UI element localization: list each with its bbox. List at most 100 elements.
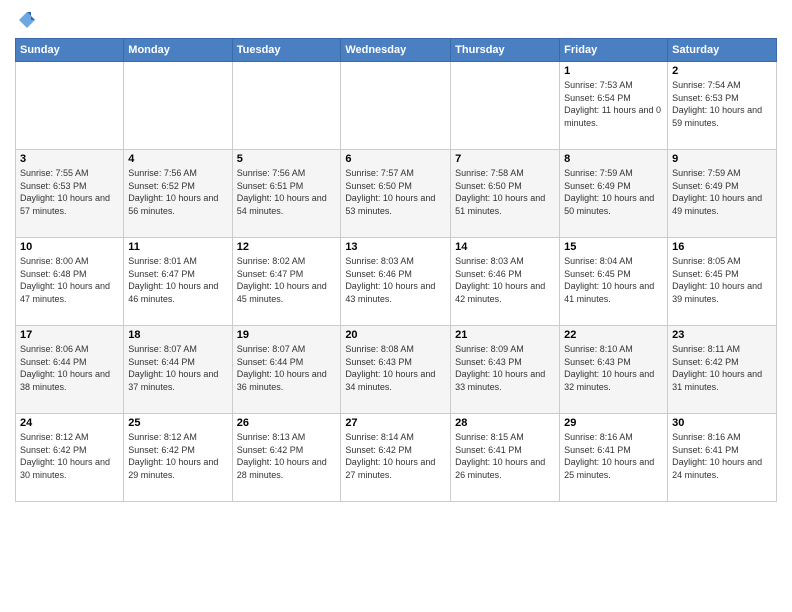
calendar-cell: 24 Sunrise: 8:12 AM Sunset: 6:42 PM Dayli… <box>16 414 124 502</box>
calendar-cell: 10 Sunrise: 8:00 AM Sunset: 6:48 PM Dayli… <box>16 238 124 326</box>
day-number: 3 <box>20 153 119 165</box>
day-info: Sunrise: 8:12 AM Sunset: 6:42 PM Dayligh… <box>128 431 227 481</box>
day-number: 28 <box>455 417 555 429</box>
day-of-week-header: Wednesday <box>341 39 451 62</box>
calendar-cell: 8 Sunrise: 7:59 AM Sunset: 6:49 PM Daylig… <box>560 150 668 238</box>
day-number: 21 <box>455 329 555 341</box>
day-number: 10 <box>20 241 119 253</box>
calendar-cell: 3 Sunrise: 7:55 AM Sunset: 6:53 PM Daylig… <box>16 150 124 238</box>
day-number: 1 <box>564 65 663 77</box>
day-number: 26 <box>237 417 337 429</box>
day-number: 27 <box>345 417 446 429</box>
calendar-cell <box>16 62 124 150</box>
day-info: Sunrise: 8:06 AM Sunset: 6:44 PM Dayligh… <box>20 343 119 393</box>
day-of-week-header: Monday <box>124 39 232 62</box>
page-container: SundayMondayTuesdayWednesdayThursdayFrid… <box>0 0 792 512</box>
calendar-cell: 4Sunrise: 7:56 AM Sunset: 6:52 PM Daylig… <box>124 150 232 238</box>
calendar-cell: 7 Sunrise: 7:58 AM Sunset: 6:50 PM Daylig… <box>451 150 560 238</box>
day-info: Sunrise: 7:56 AM Sunset: 6:52 PM Dayligh… <box>128 167 227 217</box>
day-number: 19 <box>237 329 337 341</box>
day-number: 15 <box>564 241 663 253</box>
day-info: Sunrise: 7:59 AM Sunset: 6:49 PM Dayligh… <box>672 167 772 217</box>
calendar-cell: 6 Sunrise: 7:57 AM Sunset: 6:50 PM Daylig… <box>341 150 451 238</box>
day-number: 16 <box>672 241 772 253</box>
day-info: Sunrise: 8:00 AM Sunset: 6:48 PM Dayligh… <box>20 255 119 305</box>
day-of-week-header: Sunday <box>16 39 124 62</box>
day-info: Sunrise: 8:09 AM Sunset: 6:43 PM Dayligh… <box>455 343 555 393</box>
calendar-cell: 1 Sunrise: 7:53 AM Sunset: 6:54 PM Daylig… <box>560 62 668 150</box>
calendar-cell: 27 Sunrise: 8:14 AM Sunset: 6:42 PM Dayli… <box>341 414 451 502</box>
day-info: Sunrise: 7:59 AM Sunset: 6:49 PM Dayligh… <box>564 167 663 217</box>
calendar-cell: 5Sunrise: 7:56 AM Sunset: 6:51 PM Daylig… <box>232 150 341 238</box>
day-info: Sunrise: 7:57 AM Sunset: 6:50 PM Dayligh… <box>345 167 446 217</box>
calendar-cell <box>341 62 451 150</box>
day-number: 11 <box>128 241 227 253</box>
day-number: 7 <box>455 153 555 165</box>
calendar-cell <box>232 62 341 150</box>
day-number: 25 <box>128 417 227 429</box>
calendar-week-row: 10 Sunrise: 8:00 AM Sunset: 6:48 PM Dayli… <box>16 238 777 326</box>
calendar-header: SundayMondayTuesdayWednesdayThursdayFrid… <box>16 39 777 62</box>
calendar-cell: 12 Sunrise: 8:02 AM Sunset: 6:47 PM Dayli… <box>232 238 341 326</box>
day-number: 18 <box>128 329 227 341</box>
day-number: 29 <box>564 417 663 429</box>
day-number: 6 <box>345 153 446 165</box>
calendar-cell <box>124 62 232 150</box>
day-info: Sunrise: 8:11 AM Sunset: 6:42 PM Dayligh… <box>672 343 772 393</box>
calendar-cell: 16 Sunrise: 8:05 AM Sunset: 6:45 PM Dayli… <box>668 238 777 326</box>
day-info: Sunrise: 8:07 AM Sunset: 6:44 PM Dayligh… <box>128 343 227 393</box>
day-number: 9 <box>672 153 772 165</box>
day-info: Sunrise: 7:53 AM Sunset: 6:54 PM Dayligh… <box>564 79 663 129</box>
calendar-cell: 9 Sunrise: 7:59 AM Sunset: 6:49 PM Daylig… <box>668 150 777 238</box>
day-info: Sunrise: 7:55 AM Sunset: 6:53 PM Dayligh… <box>20 167 119 217</box>
day-info: Sunrise: 8:02 AM Sunset: 6:47 PM Dayligh… <box>237 255 337 305</box>
day-info: Sunrise: 7:54 AM Sunset: 6:53 PM Dayligh… <box>672 79 772 129</box>
calendar-cell: 13 Sunrise: 8:03 AM Sunset: 6:46 PM Dayli… <box>341 238 451 326</box>
header <box>15 10 777 30</box>
day-info: Sunrise: 8:13 AM Sunset: 6:42 PM Dayligh… <box>237 431 337 481</box>
day-of-week-header: Tuesday <box>232 39 341 62</box>
day-info: Sunrise: 8:03 AM Sunset: 6:46 PM Dayligh… <box>345 255 446 305</box>
day-number: 14 <box>455 241 555 253</box>
calendar-week-row: 24 Sunrise: 8:12 AM Sunset: 6:42 PM Dayli… <box>16 414 777 502</box>
day-number: 22 <box>564 329 663 341</box>
calendar-cell: 23 Sunrise: 8:11 AM Sunset: 6:42 PM Dayli… <box>668 326 777 414</box>
calendar-cell <box>451 62 560 150</box>
calendar-cell: 18 Sunrise: 8:07 AM Sunset: 6:44 PM Dayli… <box>124 326 232 414</box>
logo <box>15 10 37 30</box>
day-info: Sunrise: 8:04 AM Sunset: 6:45 PM Dayligh… <box>564 255 663 305</box>
calendar-cell: 25 Sunrise: 8:12 AM Sunset: 6:42 PM Dayli… <box>124 414 232 502</box>
day-info: Sunrise: 8:10 AM Sunset: 6:43 PM Dayligh… <box>564 343 663 393</box>
day-info: Sunrise: 8:05 AM Sunset: 6:45 PM Dayligh… <box>672 255 772 305</box>
day-number: 20 <box>345 329 446 341</box>
calendar-table: SundayMondayTuesdayWednesdayThursdayFrid… <box>15 38 777 502</box>
day-number: 30 <box>672 417 772 429</box>
calendar-week-row: 1 Sunrise: 7:53 AM Sunset: 6:54 PM Daylig… <box>16 62 777 150</box>
day-number: 24 <box>20 417 119 429</box>
day-number: 12 <box>237 241 337 253</box>
day-of-week-header: Saturday <box>668 39 777 62</box>
day-info: Sunrise: 7:58 AM Sunset: 6:50 PM Dayligh… <box>455 167 555 217</box>
day-number: 23 <box>672 329 772 341</box>
day-info: Sunrise: 8:15 AM Sunset: 6:41 PM Dayligh… <box>455 431 555 481</box>
day-of-week-header: Friday <box>560 39 668 62</box>
calendar-cell: 30 Sunrise: 8:16 AM Sunset: 6:41 PM Dayli… <box>668 414 777 502</box>
calendar-cell: 29 Sunrise: 8:16 AM Sunset: 6:41 PM Dayli… <box>560 414 668 502</box>
calendar-cell: 20Sunrise: 8:08 AM Sunset: 6:43 PM Dayli… <box>341 326 451 414</box>
calendar-cell: 17Sunrise: 8:06 AM Sunset: 6:44 PM Dayli… <box>16 326 124 414</box>
calendar-cell: 26 Sunrise: 8:13 AM Sunset: 6:42 PM Dayli… <box>232 414 341 502</box>
day-number: 13 <box>345 241 446 253</box>
calendar-cell: 14Sunrise: 8:03 AM Sunset: 6:46 PM Dayli… <box>451 238 560 326</box>
day-info: Sunrise: 8:16 AM Sunset: 6:41 PM Dayligh… <box>672 431 772 481</box>
calendar-cell: 28 Sunrise: 8:15 AM Sunset: 6:41 PM Dayli… <box>451 414 560 502</box>
day-of-week-header: Thursday <box>451 39 560 62</box>
calendar-cell: 15 Sunrise: 8:04 AM Sunset: 6:45 PM Dayli… <box>560 238 668 326</box>
day-info: Sunrise: 8:12 AM Sunset: 6:42 PM Dayligh… <box>20 431 119 481</box>
day-info: Sunrise: 8:14 AM Sunset: 6:42 PM Dayligh… <box>345 431 446 481</box>
calendar-cell: 2Sunrise: 7:54 AM Sunset: 6:53 PM Daylig… <box>668 62 777 150</box>
logo-text <box>15 10 37 30</box>
day-number: 5 <box>237 153 337 165</box>
day-info: Sunrise: 8:16 AM Sunset: 6:41 PM Dayligh… <box>564 431 663 481</box>
calendar-cell: 19Sunrise: 8:07 AM Sunset: 6:44 PM Dayli… <box>232 326 341 414</box>
day-number: 8 <box>564 153 663 165</box>
